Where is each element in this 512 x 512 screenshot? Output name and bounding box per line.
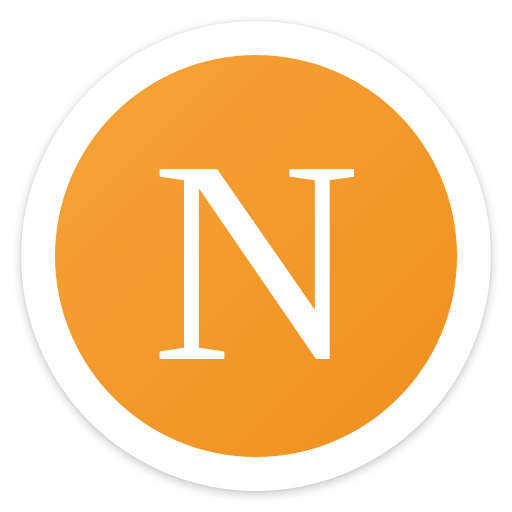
monogram-letter: N (151, 101, 361, 422)
app-icon[interactable]: N (21, 21, 491, 491)
orange-disc: N (55, 55, 457, 457)
icon-canvas: N (0, 0, 512, 512)
